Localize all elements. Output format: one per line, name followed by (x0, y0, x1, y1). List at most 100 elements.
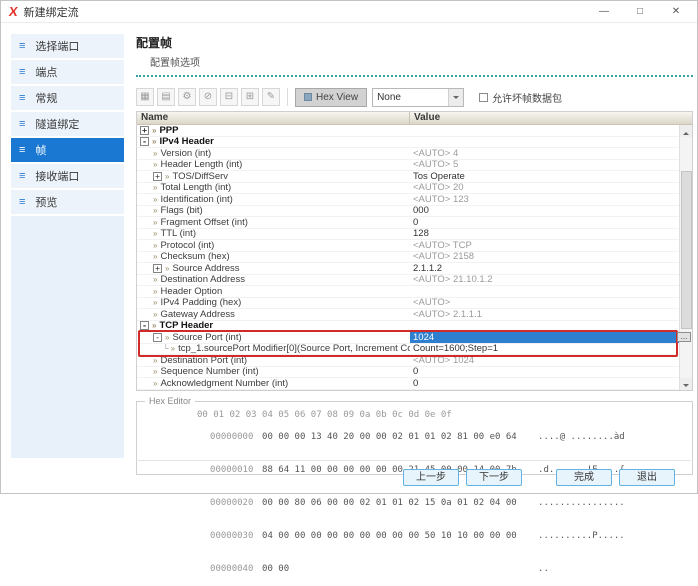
table-row[interactable]: » Protocol (int) <AUTO> TCP ... (137, 240, 679, 252)
tree-expander-icon[interactable]: + (140, 126, 149, 135)
toolbar-icon-button[interactable]: ⊘ (199, 88, 217, 106)
hex-bytes: 04 00 00 00 00 00 00 00 00 00 50 10 10 0… (262, 531, 538, 542)
field-name: Identification (int) (160, 194, 232, 205)
wizard-nav-button[interactable]: 上一步 (403, 469, 459, 486)
table-row[interactable]: » Header Option ... (137, 286, 679, 298)
field-value-cell[interactable]: <AUTO> 5 ... (410, 160, 679, 171)
field-value-cell[interactable]: <AUTO> 21.10.1.2 ... (410, 275, 679, 286)
tree-expander-icon[interactable]: + (153, 264, 162, 273)
wizard-nav-button[interactable]: 完成 (556, 469, 612, 486)
field-name-cell: » Protocol (int) (137, 240, 410, 251)
wizard-nav-button[interactable]: 下一步 (466, 469, 522, 486)
sidebar-step-item[interactable]: ≡ 帧 (11, 138, 124, 164)
table-row[interactable]: » Gateway Address <AUTO> 2.1.1.1 ... (137, 309, 679, 321)
sidebar-step-item[interactable]: ≡ 接收端口 (11, 164, 124, 190)
toolbar-icon-button[interactable]: ⊟ (220, 88, 238, 106)
scroll-down-icon[interactable] (680, 378, 692, 390)
field-value-cell[interactable]: 0 ... (410, 378, 679, 389)
column-header-name[interactable]: Name (137, 112, 410, 124)
hex-row[interactable]: 0000003004 00 00 00 00 00 00 00 00 00 50… (145, 520, 692, 553)
field-name: IPv4 Padding (hex) (160, 298, 241, 309)
table-row[interactable]: + » PPP ... (137, 125, 679, 137)
hex-row[interactable]: 0000000000 00 00 13 40 20 00 00 02 01 01… (145, 421, 692, 454)
maximize-button[interactable]: □ (633, 6, 647, 17)
modifier-ellipsis-button[interactable]: ... (677, 332, 691, 342)
table-row[interactable]: - » Source Port (int) 1024 ... (137, 332, 679, 344)
field-value-cell[interactable]: <AUTO> 4 ... (410, 148, 679, 159)
field-value-cell[interactable]: <AUTO> 2158 ... (410, 252, 679, 263)
field-arrow-icon: » (153, 287, 157, 296)
table-row[interactable]: - » IPv4 Header ... (137, 137, 679, 149)
allow-bad-frame-checkbox[interactable] (479, 93, 488, 102)
table-row[interactable]: » Destination Address <AUTO> 21.10.1.2 .… (137, 275, 679, 287)
sidebar-step-item[interactable]: ≡ 端点 (11, 60, 124, 86)
wizard-nav-button[interactable]: 退出 (619, 469, 675, 486)
toolbar-icon-button[interactable]: ⚙ (178, 88, 196, 106)
field-value-cell[interactable]: <AUTO> 1024 ... (410, 355, 679, 366)
tree-expander-icon[interactable]: - (140, 137, 149, 146)
table-row[interactable]: » Acknowledgment Number (int) 0 ... (137, 378, 679, 390)
sidebar-step-item[interactable]: ≡ 预览 (11, 190, 124, 216)
sidebar-step-item[interactable]: ≡ 选择端口 (11, 34, 124, 60)
field-value-cell[interactable]: 2.1.1.2 ... (410, 263, 679, 274)
table-row[interactable]: - » TCP Header ... (137, 321, 679, 333)
field-value-cell[interactable]: 128 ... (410, 229, 679, 240)
field-value-cell[interactable]: 1024 ... (410, 332, 679, 343)
table-row[interactable]: » Sequence Number (int) 0 ... (137, 367, 679, 379)
field-value-cell[interactable]: <AUTO> TCP ... (410, 240, 679, 251)
tree-expander-icon[interactable]: - (140, 321, 149, 330)
hex-row[interactable]: 0000002000 00 80 06 00 00 02 01 01 02 15… (145, 487, 692, 520)
field-value-cell[interactable]: Count=1600;Step=1 ... (410, 344, 679, 355)
field-value-cell[interactable]: <AUTO> 123 ... (410, 194, 679, 205)
chevron-down-icon[interactable] (448, 89, 463, 106)
scroll-up-icon[interactable] (680, 125, 692, 137)
table-header: Name Value (137, 112, 692, 125)
field-name-cell: + » PPP (137, 125, 410, 136)
field-value-cell[interactable]: ... (410, 125, 679, 136)
field-value-cell[interactable]: 000 ... (410, 206, 679, 217)
wizard-window: X 新建绑定流 — □ ✕ ≡ 选择端口 ≡ 端点 ≡ 常规 ≡ 隧道绑定 ≡ … (0, 0, 698, 494)
field-value-cell[interactable]: ... (410, 137, 679, 148)
sidebar-step-item[interactable]: ≡ 常规 (11, 86, 124, 112)
table-row[interactable]: » TTL (int) 128 ... (137, 229, 679, 241)
toolbar-icon-button[interactable]: ▦ (136, 88, 154, 106)
hex-row[interactable]: 0000004000 00.. (145, 553, 692, 586)
table-row[interactable]: + » Source Address 2.1.1.2 ... (137, 263, 679, 275)
field-name-cell: » Header Option (137, 286, 410, 297)
table-row[interactable]: » Checksum (hex) <AUTO> 2158 ... (137, 252, 679, 264)
field-value-cell[interactable]: 0 ... (410, 217, 679, 228)
hex-view-mode-dropdown[interactable]: None (372, 88, 464, 107)
field-arrow-icon: » (153, 298, 157, 307)
table-row[interactable]: » IPv4 Padding (hex) <AUTO> ... (137, 298, 679, 310)
tree-expander-icon[interactable]: - (153, 333, 162, 342)
field-value-cell[interactable]: <AUTO> ... (410, 298, 679, 309)
hex-offset: 00000020 (210, 498, 262, 509)
table-row[interactable]: » Total Length (int) <AUTO> 20 ... (137, 183, 679, 195)
field-arrow-icon: » (153, 218, 157, 227)
close-button[interactable]: ✕ (669, 6, 683, 17)
field-value-cell[interactable]: Tos Operate ... (410, 171, 679, 182)
table-row[interactable]: » Fragment Offset (int) 0 ... (137, 217, 679, 229)
table-row[interactable]: + » TOS/DiffServ Tos Operate ... (137, 171, 679, 183)
table-row[interactable]: » Destination Port (int) <AUTO> 1024 ... (137, 355, 679, 367)
hex-view-toggle-button[interactable]: Hex View (295, 88, 367, 107)
minimize-button[interactable]: — (597, 6, 611, 17)
scrollbar-thumb[interactable] (681, 171, 692, 329)
field-value-cell[interactable]: 0 ... (410, 367, 679, 378)
table-row[interactable]: » tcp_1.sourcePort Modifier[0](Source Po… (137, 344, 679, 356)
table-row[interactable]: » Flags (bit) 000 ... (137, 206, 679, 218)
toolbar-icon-button[interactable]: ✎ (262, 88, 280, 106)
toolbar-icon-button[interactable]: ⊞ (241, 88, 259, 106)
tree-expander-icon[interactable]: + (153, 172, 162, 181)
column-header-value[interactable]: Value (410, 112, 692, 124)
table-row[interactable]: » Identification (int) <AUTO> 123 ... (137, 194, 679, 206)
toolbar-icon-button[interactable]: ▤ (157, 88, 175, 106)
field-value-cell[interactable]: <AUTO> 2.1.1.1 ... (410, 309, 679, 320)
field-value-cell[interactable]: ... (410, 321, 679, 332)
table-scrollbar[interactable] (679, 125, 692, 390)
field-value-cell[interactable]: ... (410, 286, 679, 297)
table-row[interactable]: » Header Length (int) <AUTO> 5 ... (137, 160, 679, 172)
sidebar-step-item[interactable]: ≡ 隧道绑定 (11, 112, 124, 138)
table-row[interactable]: » Version (int) <AUTO> 4 ... (137, 148, 679, 160)
field-value-cell[interactable]: <AUTO> 20 ... (410, 183, 679, 194)
